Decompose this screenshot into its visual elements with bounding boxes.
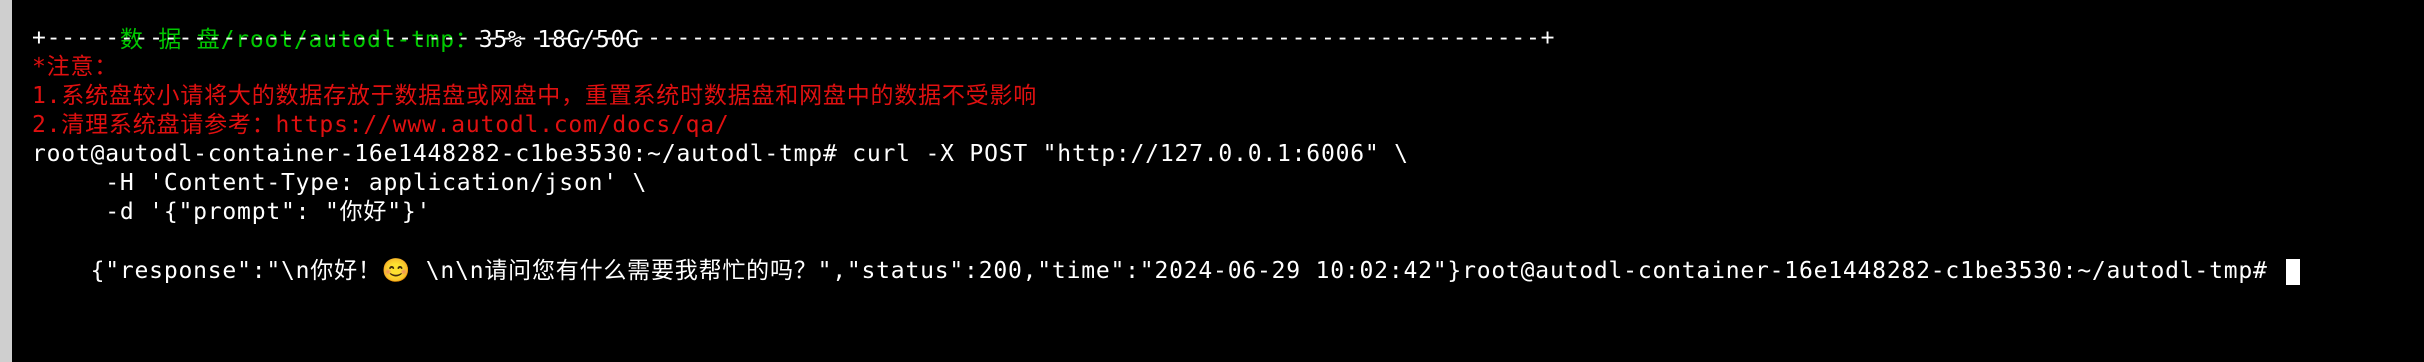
shell-prompt: root@autodl-container-16e1448282-c1be353… [1462,258,2283,284]
command-line-2: -H 'Content-Type: application/json' \ [32,170,648,196]
json-response-output: {"response":"\n你好！😊 \n\n请问您有什么需要我帮忙的吗？",… [90,258,1463,284]
notice-line-1: 1.系统盘较小请将大的数据存放于数据盘或网盘中，重置系统时数据盘和网盘中的数据不… [32,83,1038,109]
response-and-prompt-line[interactable]: {"response":"\n你好！😊 \n\n请问您有什么需要我帮忙的吗？",… [32,226,2301,285]
disk-usage-line: 数 据 盘/root/autodl-tmp：35% 18G/50G [32,0,640,53]
command-line-3: -d '{"prompt": "你好"}' [32,199,432,225]
notice-heading: *注意： [32,54,119,80]
terminal-window[interactable]: 数 据 盘/root/autodl-tmp：35% 18G/50G +-----… [18,0,2418,362]
window-left-edge [0,0,12,362]
table-border-line: +---------------------------------------… [32,25,1556,51]
notice-line-2: 2.清理系统盘请参考：https://www.autodl.com/docs/q… [32,112,730,138]
command-line-1: root@autodl-container-16e1448282-c1be353… [32,141,1409,167]
terminal-cursor[interactable] [2286,258,2301,285]
